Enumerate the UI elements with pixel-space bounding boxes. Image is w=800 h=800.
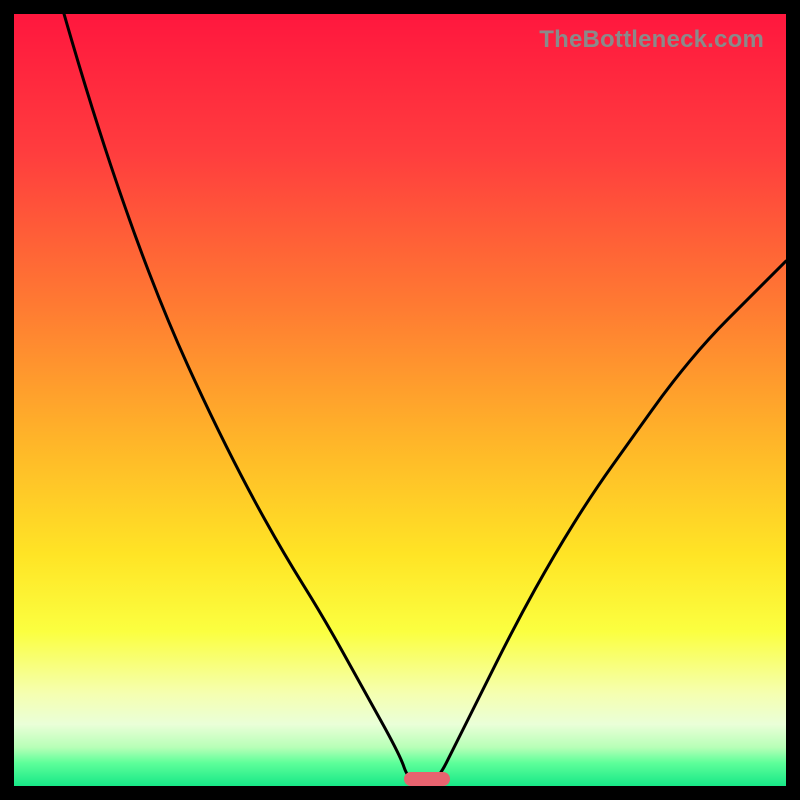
bottleneck-curve bbox=[14, 14, 786, 786]
watermark-text: TheBottleneck.com bbox=[539, 26, 764, 54]
plot-area: TheBottleneck.com bbox=[14, 14, 786, 786]
chart-frame: TheBottleneck.com bbox=[0, 0, 800, 800]
optimum-marker bbox=[404, 772, 450, 786]
